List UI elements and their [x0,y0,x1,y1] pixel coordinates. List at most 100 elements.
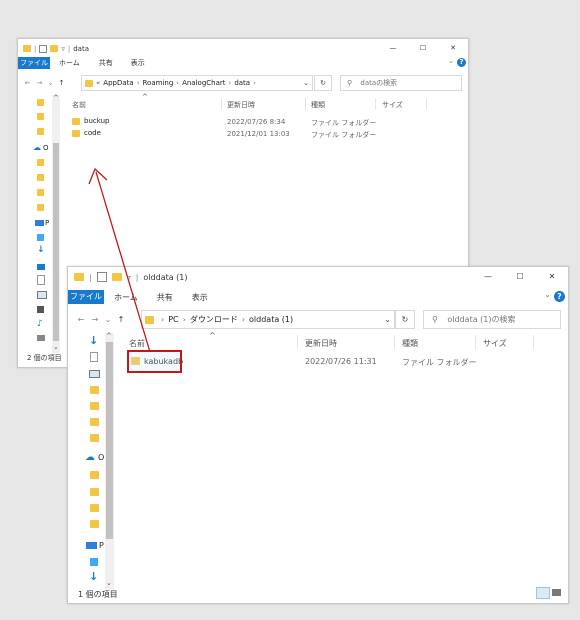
properties-icon[interactable] [39,44,48,53]
column-divider[interactable] [426,98,427,110]
help-icon[interactable]: ? [457,58,466,67]
breadcrumb-appdata[interactable]: AppData [103,79,133,87]
onedrive-label[interactable]: O [43,144,49,152]
column-header-sort-icon[interactable]: ^ [209,331,216,340]
customize-toolbar-icon[interactable]: ▿ [127,273,131,282]
back-button[interactable]: ← [75,315,87,324]
scroll-up-icon[interactable]: ^ [106,332,112,340]
column-header-date[interactable]: 更新日時 [305,338,337,349]
forward-button[interactable]: → [89,315,101,324]
3d-objects-icon[interactable] [90,558,98,566]
folder-icon[interactable] [90,520,99,528]
file-name[interactable]: code [84,129,101,137]
column-divider[interactable] [394,335,395,349]
scroll-thumb[interactable] [106,342,113,539]
breadcrumb-roaming[interactable]: Roaming [143,79,174,87]
close-button[interactable]: ✕ [536,267,568,287]
column-divider[interactable] [297,335,298,349]
address-bar[interactable]: « AppData › Roaming › AnalogChart › data… [81,75,313,91]
scroll-down-icon[interactable]: ⌄ [106,579,112,587]
folder-icon[interactable] [37,204,44,211]
downloads-icon[interactable]: ↓ [37,245,45,255]
maximize-button[interactable]: ☐ [504,267,536,287]
tab-file[interactable]: ファイル [68,290,104,304]
folder-icon[interactable] [37,99,44,106]
folder-icon[interactable] [37,174,44,181]
maximize-button[interactable]: ☐ [408,41,438,56]
breadcrumb-olddata[interactable]: olddata (1) [249,315,293,324]
scroll-down-icon[interactable]: ⌄ [53,343,59,351]
folder-icon[interactable] [37,159,44,166]
this-pc-label[interactable]: P [99,541,104,550]
new-folder-icon[interactable] [111,273,122,281]
search-box[interactable]: ⚲ olddata (1)の検索 [423,310,561,329]
address-dropdown-icon[interactable]: ⌄ [303,79,309,87]
folder-icon[interactable] [90,471,99,479]
search-box[interactable]: ⚲ dataの検索 [340,75,462,91]
refresh-button[interactable]: ↻ [314,75,332,91]
breadcrumb-data[interactable]: data [234,79,250,87]
downloads-icon[interactable]: ↓ [89,570,98,583]
tab-share[interactable]: 共有 [157,292,173,303]
recent-locations-button[interactable]: ⌄ [46,79,55,87]
ribbon-expand-icon[interactable]: ⌄ [448,57,454,65]
table-row[interactable]: buckup [72,116,109,126]
table-row[interactable]: code [72,128,101,138]
column-header-name[interactable]: 名前 [72,100,86,110]
breadcrumb-downloads[interactable]: ダウンロード [190,314,238,325]
ribbon-expand-icon[interactable]: ⌄ [544,290,551,299]
folder-icon[interactable] [37,189,44,196]
folder-icon[interactable] [90,504,99,512]
tab-view[interactable]: 表示 [192,292,208,303]
onedrive-icon[interactable]: ☁ [85,452,95,463]
folder-icon[interactable] [90,488,99,496]
column-header-type[interactable]: 種類 [311,100,325,110]
file-name[interactable]: buckup [84,117,109,125]
pictures-icon[interactable] [89,370,100,378]
address-dropdown-icon[interactable]: ⌄ [384,315,391,324]
this-pc-label[interactable]: P [45,219,49,227]
column-header-sort-icon[interactable]: ^ [142,93,148,101]
column-divider[interactable] [475,335,476,349]
details-view-button[interactable] [536,587,550,599]
column-header-type[interactable]: 種類 [402,338,418,349]
folder-icon[interactable] [37,113,44,120]
up-button[interactable]: ↑ [115,315,127,324]
desktop-icon[interactable] [37,264,45,270]
tab-view[interactable]: 表示 [131,58,145,68]
close-button[interactable]: ✕ [438,41,468,56]
minimize-button[interactable]: — [378,41,408,56]
column-divider[interactable] [305,98,306,110]
onedrive-icon[interactable]: ☁ [33,143,41,152]
breadcrumb-overflow[interactable]: « [96,79,100,87]
pictures-icon[interactable] [37,291,47,299]
downloads-icon[interactable]: ↓ [89,334,98,347]
up-button[interactable]: ↑ [56,79,67,87]
breadcrumb-pc[interactable]: PC [168,315,178,324]
this-pc-icon[interactable] [35,220,44,226]
forward-button[interactable]: → [34,79,45,87]
local-disk-icon[interactable] [37,335,45,341]
scroll-thumb[interactable] [53,143,59,341]
help-icon[interactable]: ? [554,291,565,302]
nav-scrollbar[interactable]: ^ ⌄ [52,94,60,353]
nav-scrollbar[interactable]: ^ ⌄ [105,332,114,589]
this-pc-icon[interactable] [86,542,97,549]
tab-home[interactable]: ホーム [59,58,80,68]
folder-icon[interactable] [90,386,99,394]
back-button[interactable]: ← [22,79,33,87]
column-header-date[interactable]: 更新日時 [227,100,255,110]
recent-locations-button[interactable]: ⌄ [103,315,113,324]
column-header-name[interactable]: 名前 [129,338,145,349]
scroll-up-icon[interactable]: ^ [53,94,59,102]
column-header-size[interactable]: サイズ [483,338,507,349]
videos-icon[interactable] [37,306,44,313]
large-icons-view-button[interactable] [552,589,561,596]
minimize-button[interactable]: — [472,267,504,287]
breadcrumb-analogchart[interactable]: AnalogChart [182,79,225,87]
new-folder-icon[interactable] [50,45,59,52]
column-header-size[interactable]: サイズ [382,100,403,110]
properties-icon[interactable] [96,272,107,282]
folder-icon[interactable] [90,418,99,426]
tab-share[interactable]: 共有 [99,58,113,68]
